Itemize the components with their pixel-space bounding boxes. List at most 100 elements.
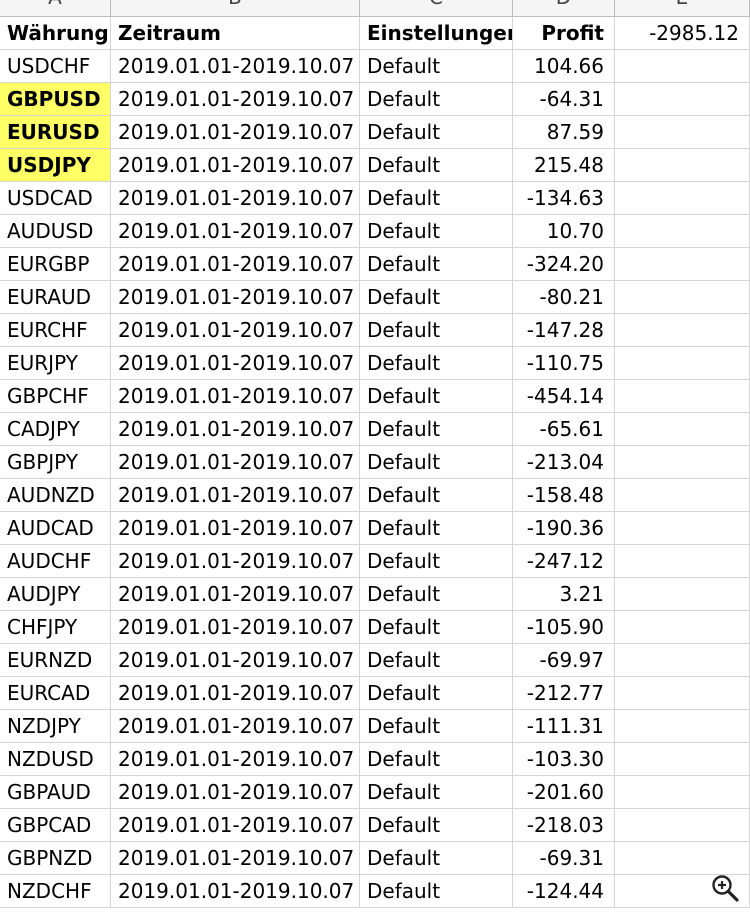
cell-currency[interactable]: AUDJPY (0, 578, 111, 611)
cell-profit[interactable]: -324.20 (513, 248, 615, 281)
cell-empty[interactable] (615, 116, 750, 149)
cell-currency[interactable]: GBPNZD (0, 842, 111, 875)
cell-period[interactable]: 2019.01.01-2019.10.07 (111, 710, 360, 743)
zoom-in-icon[interactable] (710, 873, 740, 903)
cell-period[interactable]: 2019.01.01-2019.10.07 (111, 413, 360, 446)
cell-empty[interactable] (615, 83, 750, 116)
cell-empty[interactable] (615, 314, 750, 347)
cell-profit[interactable]: -65.61 (513, 413, 615, 446)
cell-settings[interactable]: Default (360, 413, 513, 446)
cell-currency[interactable]: NZDUSD (0, 743, 111, 776)
header-cell-profit[interactable]: Profit (513, 17, 615, 50)
cell-period[interactable]: 2019.01.01-2019.10.07 (111, 182, 360, 215)
cell-profit[interactable]: 3.21 (513, 578, 615, 611)
header-cell-settings[interactable]: Einstellungen (360, 17, 513, 50)
cell-empty[interactable] (615, 413, 750, 446)
cell-settings[interactable]: Default (360, 776, 513, 809)
cell-period[interactable]: 2019.01.01-2019.10.07 (111, 545, 360, 578)
cell-settings[interactable]: Default (360, 512, 513, 545)
cell-settings[interactable]: Default (360, 248, 513, 281)
cell-settings[interactable]: Default (360, 743, 513, 776)
cell-period[interactable]: 2019.01.01-2019.10.07 (111, 380, 360, 413)
cell-settings[interactable]: Default (360, 50, 513, 83)
cell-period[interactable]: 2019.01.01-2019.10.07 (111, 512, 360, 545)
cell-period[interactable]: 2019.01.01-2019.10.07 (111, 809, 360, 842)
cell-period[interactable]: 2019.01.01-2019.10.07 (111, 314, 360, 347)
cell-currency[interactable]: EURCAD (0, 677, 111, 710)
cell-profit[interactable]: 104.66 (513, 50, 615, 83)
cell-currency[interactable]: GBPCHF (0, 380, 111, 413)
cell-period[interactable]: 2019.01.01-2019.10.07 (111, 743, 360, 776)
cell-settings[interactable]: Default (360, 314, 513, 347)
cell-currency[interactable]: EURGBP (0, 248, 111, 281)
cell-settings[interactable]: Default (360, 875, 513, 908)
cell-empty[interactable] (615, 512, 750, 545)
cell-currency[interactable]: CHFJPY (0, 611, 111, 644)
column-header-e[interactable]: E (615, 0, 750, 16)
cell-settings[interactable]: Default (360, 710, 513, 743)
cell-currency[interactable]: AUDCAD (0, 512, 111, 545)
cell-settings[interactable]: Default (360, 545, 513, 578)
cell-profit[interactable]: -134.63 (513, 182, 615, 215)
cell-profit[interactable]: -158.48 (513, 479, 615, 512)
column-header-b[interactable]: B (111, 0, 360, 16)
cell-settings[interactable]: Default (360, 182, 513, 215)
cell-profit[interactable]: -190.36 (513, 512, 615, 545)
cell-settings[interactable]: Default (360, 215, 513, 248)
cell-currency[interactable]: GBPJPY (0, 446, 111, 479)
cell-period[interactable]: 2019.01.01-2019.10.07 (111, 842, 360, 875)
cell-period[interactable]: 2019.01.01-2019.10.07 (111, 446, 360, 479)
cell-currency[interactable]: GBPCAD (0, 809, 111, 842)
cell-currency[interactable]: EURJPY (0, 347, 111, 380)
cell-settings[interactable]: Default (360, 842, 513, 875)
cell-settings[interactable]: Default (360, 677, 513, 710)
cell-profit[interactable]: -454.14 (513, 380, 615, 413)
cell-profit[interactable]: 215.48 (513, 149, 615, 182)
column-header-d[interactable]: D (513, 0, 615, 16)
cell-empty[interactable] (615, 743, 750, 776)
cell-profit[interactable]: -80.21 (513, 281, 615, 314)
cell-period[interactable]: 2019.01.01-2019.10.07 (111, 644, 360, 677)
header-cell-currency[interactable]: Währung (0, 17, 111, 50)
cell-profit[interactable]: 10.70 (513, 215, 615, 248)
column-header-a[interactable]: A (0, 0, 111, 16)
cell-currency[interactable]: USDCHF (0, 50, 111, 83)
cell-settings[interactable]: Default (360, 281, 513, 314)
cell-currency[interactable]: AUDNZD (0, 479, 111, 512)
cell-empty[interactable] (615, 842, 750, 875)
cell-empty[interactable] (615, 710, 750, 743)
cell-currency[interactable]: GBPUSD (0, 83, 111, 116)
cell-settings[interactable]: Default (360, 116, 513, 149)
cell-currency[interactable]: NZDCHF (0, 875, 111, 908)
cell-empty[interactable] (615, 611, 750, 644)
cell-period[interactable]: 2019.01.01-2019.10.07 (111, 83, 360, 116)
cell-empty[interactable] (615, 446, 750, 479)
cell-empty[interactable] (615, 677, 750, 710)
cell-empty[interactable] (615, 182, 750, 215)
cell-period[interactable]: 2019.01.01-2019.10.07 (111, 776, 360, 809)
header-cell-period[interactable]: Zeitraum (111, 17, 360, 50)
cell-currency[interactable]: GBPAUD (0, 776, 111, 809)
cell-profit[interactable]: -247.12 (513, 545, 615, 578)
cell-profit[interactable]: -212.77 (513, 677, 615, 710)
cell-settings[interactable]: Default (360, 149, 513, 182)
cell-settings[interactable]: Default (360, 83, 513, 116)
cell-profit[interactable]: -111.31 (513, 710, 615, 743)
cell-currency[interactable]: AUDCHF (0, 545, 111, 578)
cell-profit[interactable]: -147.28 (513, 314, 615, 347)
cell-profit[interactable]: 87.59 (513, 116, 615, 149)
cell-period[interactable]: 2019.01.01-2019.10.07 (111, 215, 360, 248)
cell-currency[interactable]: USDCAD (0, 182, 111, 215)
cell-profit[interactable]: -64.31 (513, 83, 615, 116)
cell-settings[interactable]: Default (360, 380, 513, 413)
cell-empty[interactable] (615, 248, 750, 281)
cell-currency[interactable]: EURAUD (0, 281, 111, 314)
cell-empty[interactable] (615, 347, 750, 380)
cell-period[interactable]: 2019.01.01-2019.10.07 (111, 677, 360, 710)
cell-profit[interactable]: -201.60 (513, 776, 615, 809)
cell-currency[interactable]: AUDUSD (0, 215, 111, 248)
cell-currency[interactable]: EURUSD (0, 116, 111, 149)
cell-currency[interactable]: EURCHF (0, 314, 111, 347)
cell-empty[interactable] (615, 281, 750, 314)
cell-period[interactable]: 2019.01.01-2019.10.07 (111, 281, 360, 314)
